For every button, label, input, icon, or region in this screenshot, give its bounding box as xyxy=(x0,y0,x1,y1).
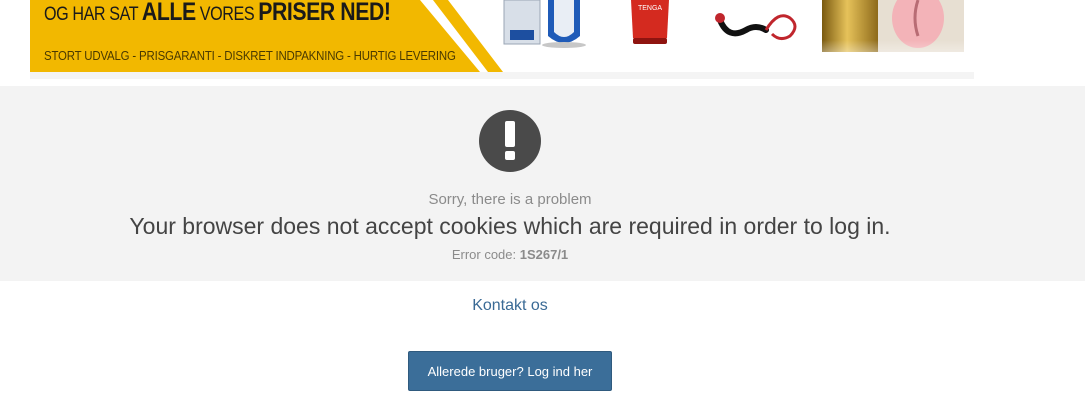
error-panel: Sorry, there is a problem Your browser d… xyxy=(0,86,1085,281)
exclamation-icon xyxy=(479,110,541,172)
banner-headline: OG HAR SAT ALLE VORES PRISER NED! xyxy=(44,0,391,27)
headline-part1: OG HAR SAT xyxy=(44,4,142,25)
error-title: Sorry, there is a problem xyxy=(428,191,592,208)
product-image-4 xyxy=(822,0,967,72)
promo-banner[interactable]: OG HAR SAT ALLE VORES PRISER NED! STORT … xyxy=(30,0,974,72)
headline-bold1: ALLE xyxy=(141,0,196,26)
contact-link[interactable]: Kontakt os xyxy=(0,297,1020,315)
headline-bold2: PRISER NED! xyxy=(258,0,391,26)
product-label: TENGA xyxy=(638,5,662,12)
product-image-2: TENGA xyxy=(631,0,669,44)
banner-subline: STORT UDVALG - PRISGARANTI - DISKRET IND… xyxy=(44,48,456,63)
headline-part2: VORES xyxy=(195,4,259,25)
error-code-label: Error code: xyxy=(451,247,520,262)
promo-banner-container: OG HAR SAT ALLE VORES PRISER NED! STORT … xyxy=(30,0,974,79)
login-button[interactable]: Allerede bruger? Log ind her xyxy=(408,351,612,391)
error-code: Error code: 1S267/1 xyxy=(0,247,1020,262)
error-code-value: 1S267/1 xyxy=(519,247,569,262)
error-message: Your browser does not accept cookies whi… xyxy=(129,213,891,239)
product-image-1 xyxy=(503,0,586,48)
product-image-3 xyxy=(715,13,797,41)
